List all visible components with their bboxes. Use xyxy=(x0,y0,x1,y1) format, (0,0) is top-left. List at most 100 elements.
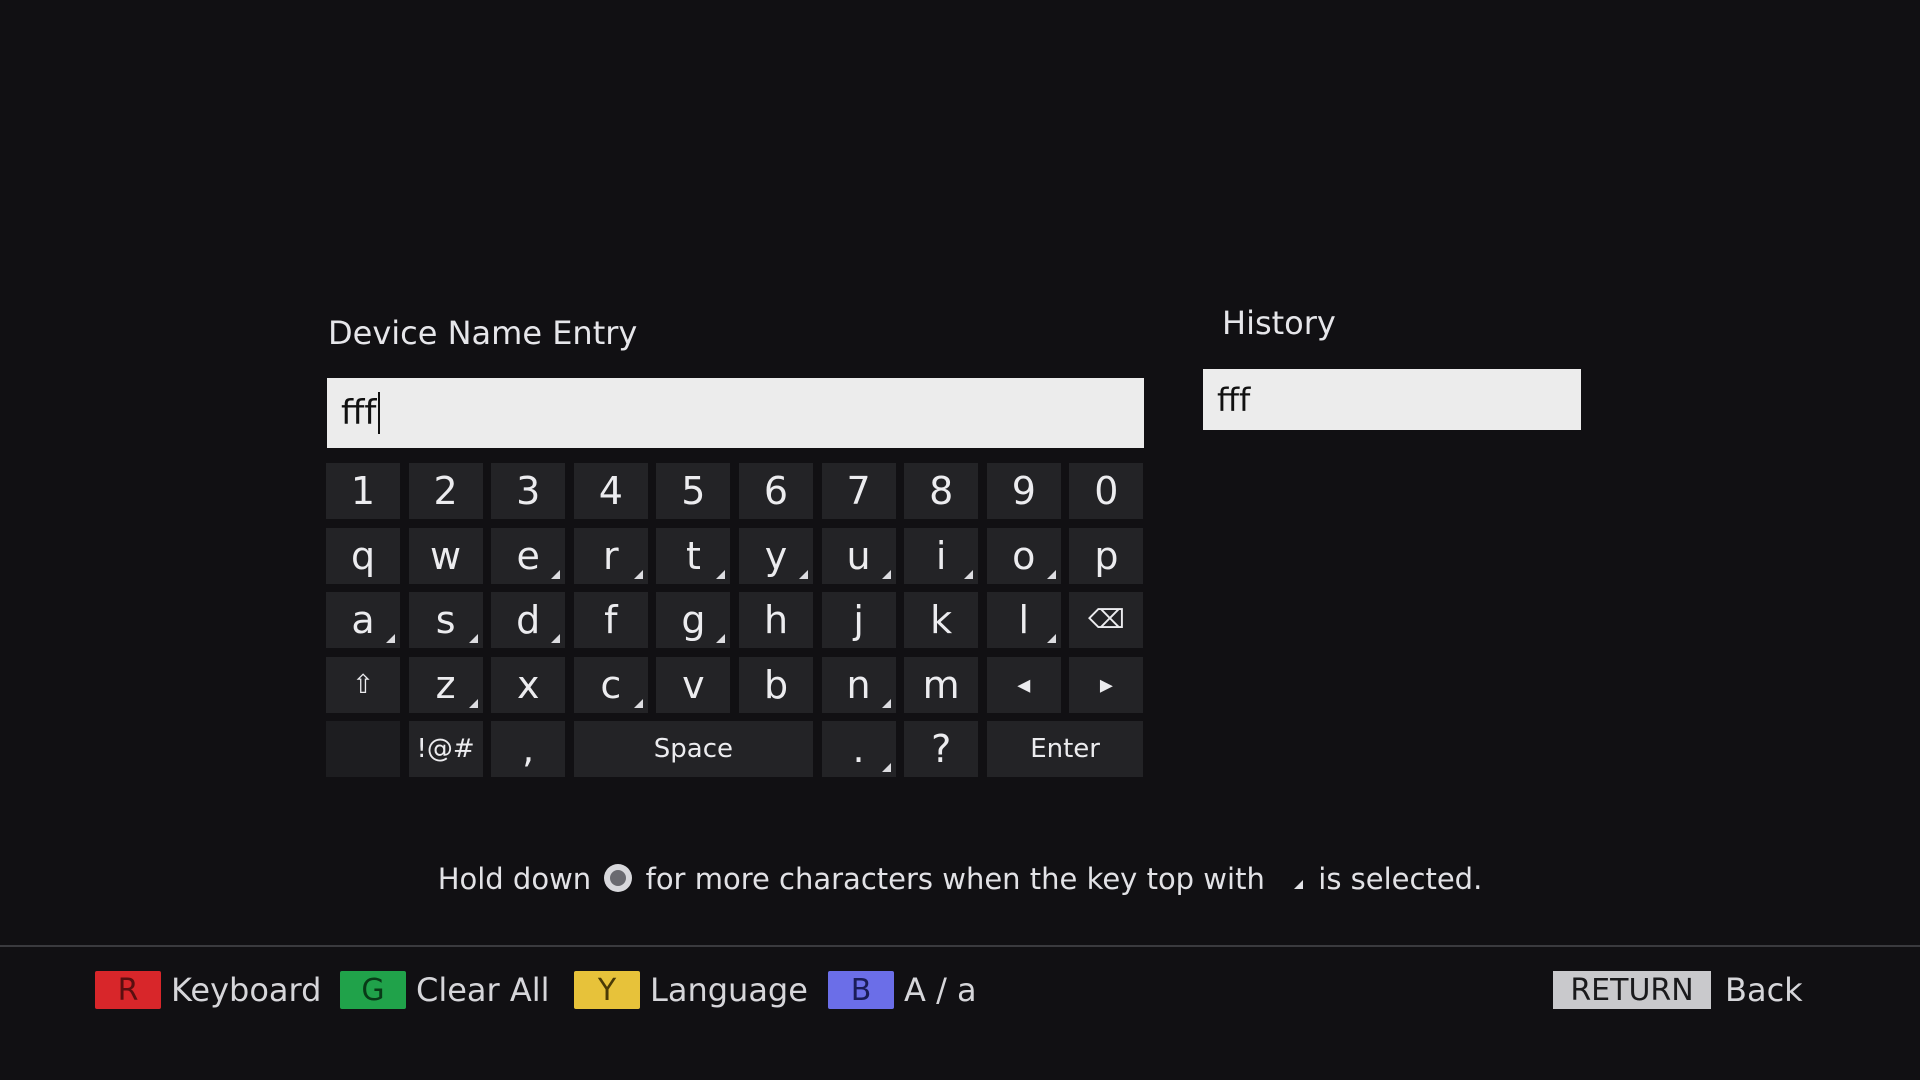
shift-key[interactable]: ⇧ xyxy=(326,656,400,713)
key-label: n xyxy=(846,662,871,707)
question-key[interactable]: ? xyxy=(904,721,979,777)
key-label: ? xyxy=(931,727,952,771)
key-2[interactable]: 2 xyxy=(408,463,483,519)
dpad-icon xyxy=(604,864,633,892)
hint-part-2: for more characters when the key top wit… xyxy=(645,862,1265,896)
key-b[interactable]: b xyxy=(739,656,813,713)
key-label: , xyxy=(522,727,535,771)
key-7[interactable]: 7 xyxy=(821,463,896,519)
key-label: f xyxy=(604,598,618,642)
comma-key[interactable]: , xyxy=(491,721,566,777)
key-p[interactable]: p xyxy=(1069,527,1144,584)
green-key-badge: G xyxy=(340,971,406,1009)
arrow-right-icon: ▸ xyxy=(1099,669,1113,700)
key-c[interactable]: c xyxy=(573,656,648,713)
key-label: 8 xyxy=(929,469,954,513)
key-y[interactable]: y xyxy=(739,527,813,584)
text-caret xyxy=(378,392,381,434)
key-e[interactable]: e xyxy=(491,527,566,584)
key-9[interactable]: 9 xyxy=(986,463,1061,519)
arrow-left-icon: ◂ xyxy=(1017,669,1031,700)
key-label: m xyxy=(922,662,960,707)
return-button-label: Back xyxy=(1725,971,1803,1009)
key-label: c xyxy=(600,662,622,707)
key-label: . xyxy=(852,727,865,771)
page-title: Device Name Entry xyxy=(328,314,638,352)
red-button-label: Keyboard xyxy=(171,971,322,1009)
key-label: Space xyxy=(653,734,733,764)
key-label: w xyxy=(430,533,462,578)
key-label: u xyxy=(846,533,871,578)
key-label: v xyxy=(682,662,705,707)
key-v[interactable]: v xyxy=(656,656,731,713)
key-w[interactable]: w xyxy=(408,527,483,584)
return-button-back[interactable]: RETURN Back xyxy=(1553,970,1803,1010)
blue-key-badge: B xyxy=(828,971,894,1009)
red-button-keyboard[interactable]: R Keyboard xyxy=(95,970,321,1010)
key-label: o xyxy=(1012,533,1036,578)
key-label: i xyxy=(935,533,947,578)
red-key-badge: R xyxy=(95,971,161,1009)
symbols-key[interactable]: !@# xyxy=(408,721,483,777)
cursor-left-key[interactable]: ◂ xyxy=(986,656,1061,713)
cursor-right-key[interactable]: ▸ xyxy=(1069,656,1144,713)
key-t[interactable]: t xyxy=(656,527,731,584)
key-8[interactable]: 8 xyxy=(904,463,979,519)
key-r[interactable]: r xyxy=(573,527,648,584)
key-label: q xyxy=(350,533,376,578)
key-3[interactable]: 3 xyxy=(491,463,566,519)
key-6[interactable]: 6 xyxy=(739,463,813,519)
key-label: e xyxy=(516,533,540,578)
key-g[interactable]: g xyxy=(656,592,731,648)
device-name-entry-screen: Device Name Entry fff History fff 1 2 3 4 5 6… xyxy=(0,0,1920,1080)
return-key-badge: RETURN xyxy=(1553,971,1711,1009)
key-m[interactable]: m xyxy=(904,656,979,713)
key-x[interactable]: x xyxy=(491,656,566,713)
hint-part-3: is selected. xyxy=(1318,862,1483,896)
on-screen-keyboard: 1 2 3 4 5 6 7 8 9 0 q w e r t y u i o p a s d f g h j k l ⌫ ⇧ z x c v b n m ◂ ▸… xyxy=(326,463,1144,777)
key-s[interactable]: s xyxy=(408,592,483,648)
key-label: r xyxy=(602,533,619,578)
key-i[interactable]: i xyxy=(904,527,979,584)
green-button-clear-all[interactable]: G Clear All xyxy=(340,970,550,1010)
backspace-key[interactable]: ⌫ xyxy=(1069,592,1144,648)
yellow-button-language[interactable]: Y Language xyxy=(574,970,808,1010)
history-item[interactable]: fff xyxy=(1203,369,1581,430)
key-label: 3 xyxy=(516,469,541,513)
yellow-button-label: Language xyxy=(650,971,808,1009)
device-name-input[interactable]: fff xyxy=(327,378,1144,448)
key-label: x xyxy=(516,662,540,707)
key-5[interactable]: 5 xyxy=(656,463,731,519)
key-label: 4 xyxy=(598,469,623,513)
key-label: h xyxy=(763,598,789,642)
key-u[interactable]: u xyxy=(821,527,896,584)
device-name-value: fff xyxy=(341,393,377,433)
enter-key[interactable]: Enter xyxy=(986,721,1144,777)
key-label: y xyxy=(764,533,788,578)
key-0[interactable]: 0 xyxy=(1069,463,1144,519)
key-h[interactable]: h xyxy=(739,592,813,648)
shift-icon: ⇧ xyxy=(352,669,374,700)
key-o[interactable]: o xyxy=(986,527,1061,584)
key-label: b xyxy=(763,662,789,707)
key-label: Enter xyxy=(1030,734,1100,764)
key-n[interactable]: n xyxy=(821,656,896,713)
hint-part-1: Hold down xyxy=(437,862,592,896)
key-d[interactable]: d xyxy=(491,592,566,648)
blank-key[interactable] xyxy=(326,721,400,777)
key-j[interactable]: j xyxy=(821,592,896,648)
key-q[interactable]: q xyxy=(326,527,400,584)
blue-button-case-toggle[interactable]: B A / a xyxy=(828,970,977,1010)
key-label: g xyxy=(681,598,706,642)
period-key[interactable]: . xyxy=(821,721,896,777)
key-label: 9 xyxy=(1011,469,1036,513)
hint-text: Hold down for more characters when the k… xyxy=(0,862,1920,896)
space-key[interactable]: Space xyxy=(573,721,813,777)
key-1[interactable]: 1 xyxy=(326,463,400,519)
key-4[interactable]: 4 xyxy=(573,463,648,519)
key-a[interactable]: a xyxy=(326,592,400,648)
key-f[interactable]: f xyxy=(573,592,648,648)
key-k[interactable]: k xyxy=(904,592,979,648)
key-z[interactable]: z xyxy=(408,656,483,713)
key-l[interactable]: l xyxy=(986,592,1061,648)
